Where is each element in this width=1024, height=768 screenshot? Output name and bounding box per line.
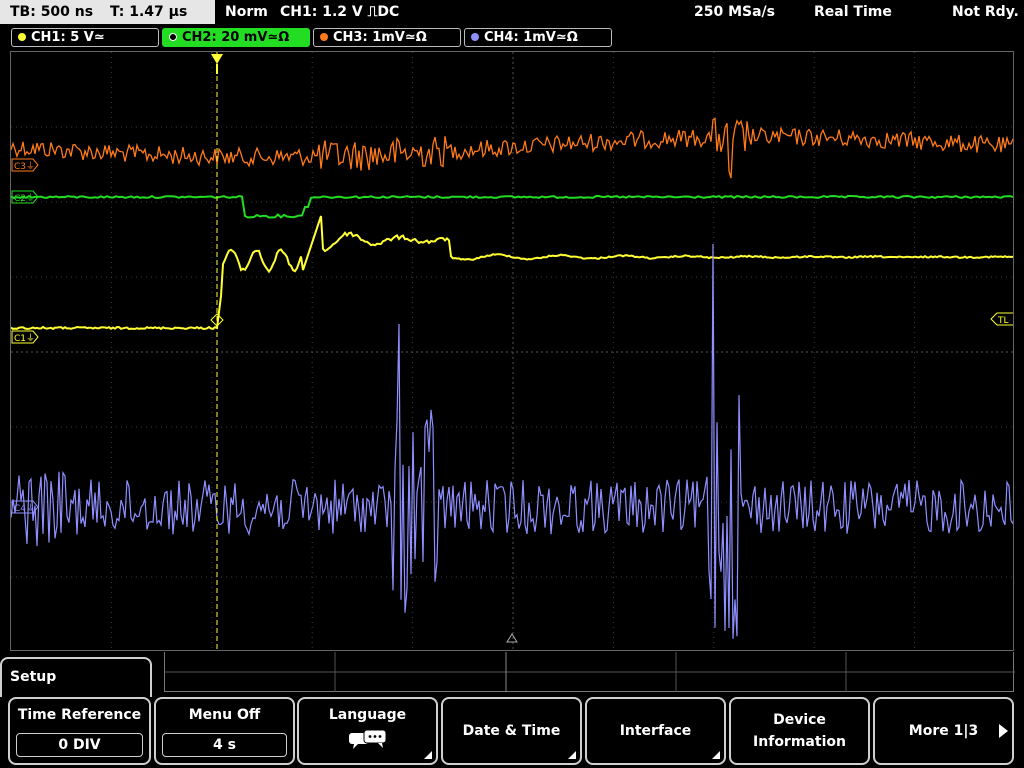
device-information-line2: Information [753,734,846,750]
language-label: Language [328,707,407,723]
submenu-corner-icon [712,751,720,759]
menu-off-softkey[interactable]: Menu Off 4 s [154,697,295,765]
device-information-softkey[interactable]: Device Information [729,697,870,765]
interface-softkey[interactable]: Interface [585,697,726,765]
sample-rate: 250 MSa/s [694,4,776,20]
status-bar: TB: 500 ns T: 1.47 µs Norm CH1: 1.2 V ⎍D… [0,0,1024,24]
trigger-time-value: T: 1.47 µs [109,4,188,20]
svg-text:C4⏚: C4⏚ [14,503,35,514]
menu-title: Setup [0,657,152,697]
svg-text:C1⏚: C1⏚ [14,333,35,344]
acquisition-mode: Real Time [814,4,892,20]
trigger-mode[interactable]: Norm [225,0,268,24]
ch1-reference-marker[interactable]: C1⏚ [11,330,39,344]
timebase-box[interactable]: TB: 500 ns T: 1.47 µs [0,0,215,24]
menu-off-value: 4 s [162,733,287,757]
ch4-label: CH4: 1mV≃Ω [484,30,578,45]
timebase-value: TB: 500 ns [10,4,94,20]
svg-text:TL: TL [997,316,1009,326]
ch3-color-dot-icon [320,33,328,41]
ch3-reference-marker[interactable]: C3⏚ [11,158,39,172]
time-reference-label: Time Reference [17,707,142,723]
ch2-label: CH2: 20 mV≃Ω [182,30,290,45]
ch1-label: CH1: 5 V≃ [31,30,105,45]
waveform-svg: C3⏚ C2⏚ C1⏚ C4⏚ TL [11,52,1014,650]
language-softkey[interactable]: Language [297,697,438,765]
ch3-label: CH3: 1mV≃Ω [333,30,427,45]
ch2-waveform [11,194,1013,219]
svg-text:C2⏚: C2⏚ [14,193,35,204]
channel-tab-ch3[interactable]: CH3: 1mV≃Ω [313,28,461,47]
submenu-corner-icon [424,751,432,759]
menu-off-label: Menu Off [188,707,261,723]
svg-text:C3⏚: C3⏚ [14,161,35,172]
trigger-status: Not Rdy. [952,4,1019,20]
more-label: More 1|3 [908,723,979,739]
date-time-softkey[interactable]: Date & Time [441,697,582,765]
date-time-label: Date & Time [462,723,561,739]
ch1-color-dot-icon [18,33,26,41]
waveform-display[interactable]: C3⏚ C2⏚ C1⏚ C4⏚ TL [10,51,1014,651]
channel-tab-ch1[interactable]: CH1: 5 V≃ [11,28,159,47]
trigger-level-marker[interactable]: TL [990,312,1014,326]
more-softkey[interactable]: More 1|3 [873,697,1014,765]
time-reference-softkey[interactable]: Time Reference 0 DIV [8,697,151,765]
time-reference-value: 0 DIV [16,733,143,757]
device-information-line1: Device [773,712,826,728]
speech-bubbles-icon [348,729,388,755]
submenu-corner-icon [568,751,576,759]
ch2-reference-marker[interactable]: C2⏚ [11,190,39,204]
interface-label: Interface [619,723,692,739]
trigger-source[interactable]: CH1: 1.2 V ⎍DC [280,0,399,24]
channel-tab-ch4[interactable]: CH4: 1mV≃Ω [464,28,612,47]
info-strip [164,652,1015,692]
ch4-color-dot-icon [471,33,479,41]
time-reference-marker-icon [506,633,518,643]
next-arrow-icon [999,724,1008,738]
trigger-position-marker-icon [211,54,223,64]
menu-title-label: Setup [10,669,57,685]
channel-tab-ch2[interactable]: CH2: 20 mV≃Ω [162,28,310,47]
ch2-color-dot-icon [169,33,177,41]
